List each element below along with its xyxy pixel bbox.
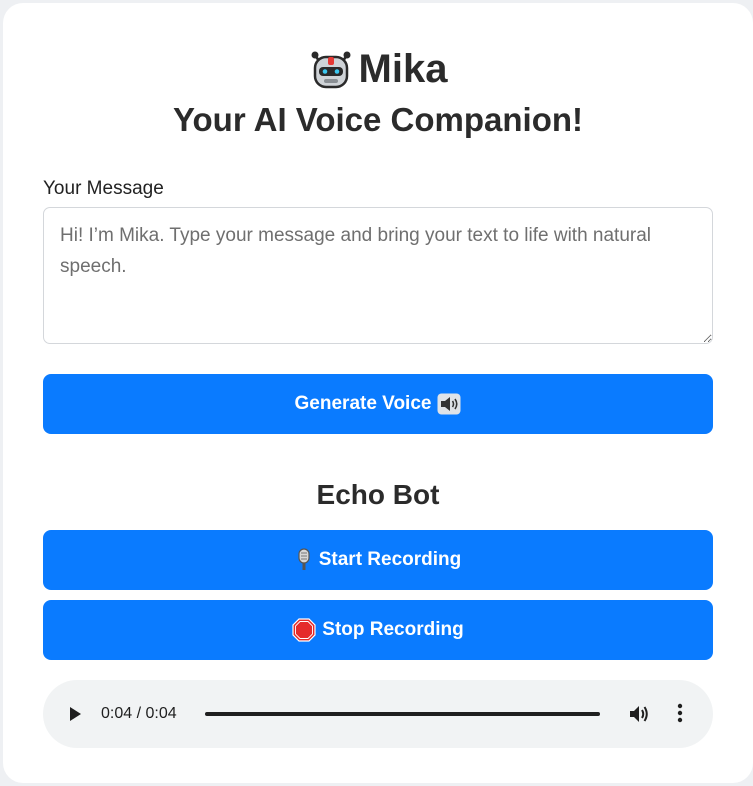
stop-recording-label: Stop Recording [322, 619, 464, 640]
stop-recording-button[interactable]: Stop Recording [43, 600, 713, 660]
app-tagline: Your AI Voice Companion! [172, 101, 584, 138]
microphone-icon [295, 548, 313, 572]
message-textarea[interactable] [43, 207, 713, 344]
speaker-icon [437, 393, 461, 415]
app-header: Mika [3, 45, 753, 93]
app-card: Mika Your AI Voice Companion! Your Messa… [3, 3, 753, 783]
robot-icon [309, 47, 353, 91]
start-recording-button[interactable]: Start Recording [43, 530, 713, 590]
audio-player: 0:04 / 0:04 [43, 680, 713, 748]
volume-icon[interactable] [629, 704, 651, 729]
audio-progress-bar[interactable] [205, 712, 600, 716]
play-icon[interactable] [67, 705, 83, 728]
generate-voice-button[interactable]: Generate Voice [43, 374, 713, 434]
app-title: Mika [358, 47, 448, 91]
stop-sign-icon [292, 618, 316, 642]
start-recording-label: Start Recording [318, 549, 462, 570]
audio-time-display: 0:04 / 0:04 [101, 705, 177, 722]
echo-bot-title: Echo Bot [316, 479, 440, 510]
more-options-icon[interactable] [676, 702, 684, 729]
message-label: Your Message [43, 178, 164, 199]
generate-voice-label: Generate Voice [294, 393, 432, 414]
